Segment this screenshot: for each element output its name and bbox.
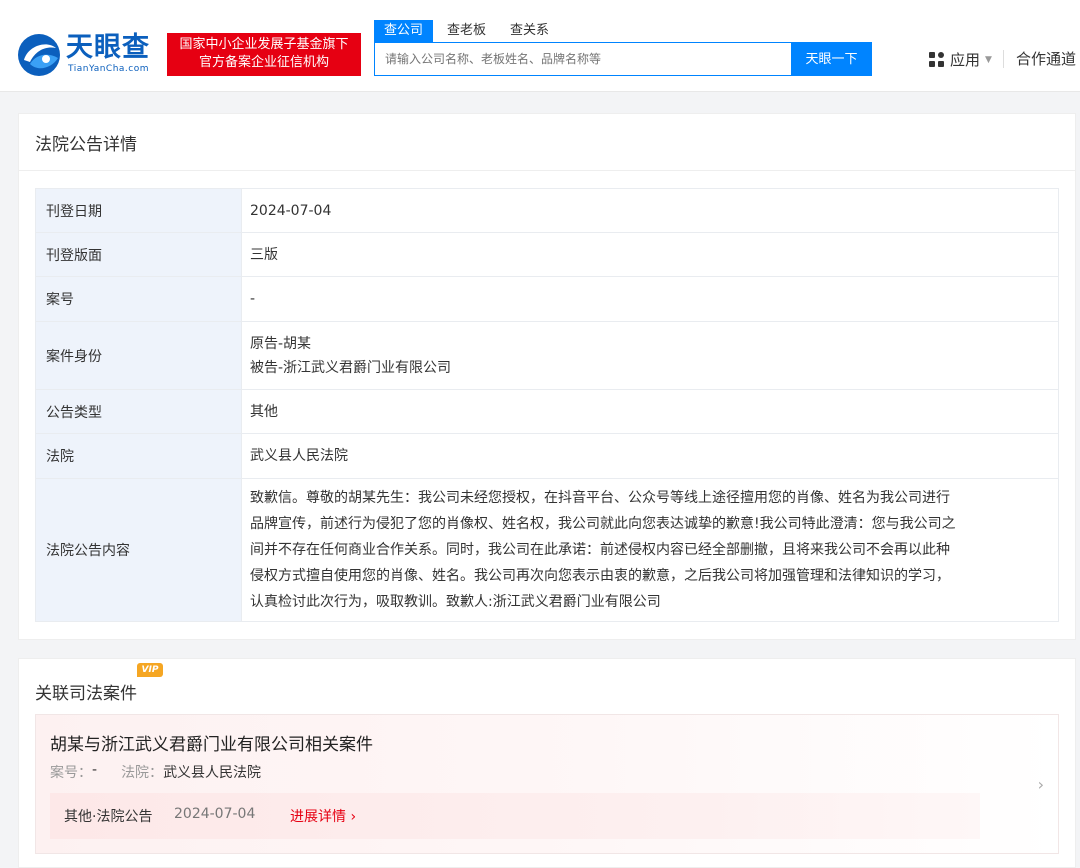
notice-detail-table: 刊登日期 2024-07-04 刊登版面 三版 案号 - 案件身份 原告-胡某 …	[35, 188, 1059, 622]
row-key: 法院公告内容	[35, 478, 242, 622]
search-input[interactable]	[375, 43, 791, 75]
table-row: 公告类型 其他	[35, 389, 1059, 434]
search-box	[374, 42, 792, 76]
related-case-item[interactable]: 胡某与浙江武义君爵门业有限公司相关案件 案号： - 法院： 武义县人民法院 其他…	[35, 714, 1059, 854]
tab-relation[interactable]: 查关系	[500, 20, 559, 42]
related-cases-card: VIP 关联司法案件 胡某与浙江武义君爵门业有限公司相关案件 案号： - 法院：…	[18, 658, 1076, 868]
row-key: 法院	[35, 433, 242, 479]
official-badge: 国家中小企业发展子基金旗下 官方备案企业征信机构	[167, 33, 361, 76]
partner-channel-link[interactable]: 合作通道	[1016, 48, 1076, 69]
table-row: 刊登版面 三版	[35, 232, 1059, 277]
case-title[interactable]: 胡某与浙江武义君爵门业有限公司相关案件	[50, 730, 373, 755]
row-value: 武义县人民法院	[241, 433, 1059, 479]
row-value: 原告-胡某 被告-浙江武义君爵门业有限公司	[241, 321, 1059, 390]
table-row: 法院公告内容 致歉信。尊敬的胡某先生：我公司未经您授权，在抖音平台、公众号等线上…	[35, 478, 1059, 622]
defendant: 被告-浙江武义君爵门业有限公司	[250, 359, 452, 376]
row-value: 2024-07-04	[241, 188, 1059, 233]
vip-badge: VIP	[137, 663, 163, 677]
section-title: 关联司法案件	[35, 684, 137, 704]
case-date: 2024-07-04	[174, 806, 256, 822]
case-no-label: 案号：	[50, 765, 92, 781]
search-button[interactable]: 天眼一下	[791, 42, 872, 76]
tianyancha-logo-icon	[18, 34, 60, 76]
progress-detail-link[interactable]: 进展详情 ›	[290, 806, 356, 826]
app-menu-label: 应用	[950, 51, 981, 69]
content-line: 致歉信。尊敬的胡某先生：我公司未经您授权，在抖音平台、公众号等线上途径擅用您的肖…	[250, 490, 950, 506]
header-divider	[1003, 50, 1004, 68]
row-key: 案件身份	[35, 321, 242, 390]
logo-domain: TianYanCha.com	[68, 64, 150, 74]
app-menu[interactable]: 应用 ▼	[929, 49, 992, 70]
content-line: 品牌宣传，前述行为侵犯了您的肖像权、姓名权，我公司就此向您表达诚挚的歉意!我公司…	[250, 516, 956, 532]
tab-boss[interactable]: 查老板	[437, 20, 496, 42]
chevron-right-icon[interactable]: ›	[1038, 775, 1044, 794]
apps-grid-icon	[929, 52, 944, 67]
row-value: 三版	[241, 232, 1059, 277]
divider	[19, 170, 1075, 171]
plaintiff: 原告-胡某	[250, 335, 312, 352]
row-value: 其他	[241, 389, 1059, 434]
logo-text: 天眼查	[66, 32, 150, 63]
caret-down-icon: ▼	[985, 54, 992, 65]
badge-line1: 国家中小企业发展子基金旗下	[179, 37, 349, 52]
tianyancha-logo[interactable]: 天眼查 TianYanCha.com	[16, 32, 161, 78]
row-value: -	[241, 276, 1059, 322]
case-meta: 案号： - 法院： 武义县人民法院	[50, 762, 261, 782]
badge-line2: 官方备案企业征信机构	[198, 55, 329, 70]
content-line: 认真检讨此次行为，吸取教训。致歉人:浙江武义君爵门业有限公司	[250, 594, 661, 610]
notice-detail-card: 法院公告详情 刊登日期 2024-07-04 刊登版面 三版 案号 - 案件身份…	[18, 113, 1076, 640]
row-key: 刊登日期	[35, 188, 242, 233]
notice-content: 致歉信。尊敬的胡某先生：我公司未经您授权，在抖音平台、公众号等线上途径擅用您的肖…	[241, 478, 1059, 622]
table-row: 案件身份 原告-胡某 被告-浙江武义君爵门业有限公司	[35, 321, 1059, 390]
notice-content-text: 致歉信。尊敬的胡某先生：我公司未经您授权，在抖音平台、公众号等线上途径擅用您的肖…	[250, 481, 1050, 619]
content-line: 间并不存在任何商业合作关系。同时，我公司在此承诺：前述侵权内容已经全部删撤，且将…	[250, 542, 950, 558]
search-tabs: 查公司 查老板 查关系	[374, 20, 563, 42]
row-key: 案号	[35, 276, 242, 322]
case-progress-bar: 其他·法院公告 2024-07-04 进展详情 ›	[50, 793, 980, 839]
case-type: 其他·法院公告	[64, 809, 153, 825]
section-title: 法院公告详情	[35, 135, 137, 155]
table-row: 刊登日期 2024-07-04	[35, 188, 1059, 233]
progress-detail-label: 进展详情	[290, 809, 346, 825]
row-key: 刊登版面	[35, 232, 242, 277]
court-value: 武义县人民法院	[163, 765, 262, 781]
court-label: 法院：	[121, 765, 164, 781]
chevron-right-icon: ›	[350, 809, 357, 825]
top-header: 天眼查 TianYanCha.com 国家中小企业发展子基金旗下 官方备案企业征…	[0, 0, 1080, 92]
row-key: 公告类型	[35, 389, 242, 434]
table-row: 法院 武义县人民法院	[35, 433, 1059, 479]
content-line: 侵权方式擅自使用您的肖像、姓名。我公司再次向您表示由衷的歉意，之后我公司将加强管…	[250, 568, 950, 584]
table-row: 案号 -	[35, 276, 1059, 322]
tab-company[interactable]: 查公司	[374, 20, 434, 42]
